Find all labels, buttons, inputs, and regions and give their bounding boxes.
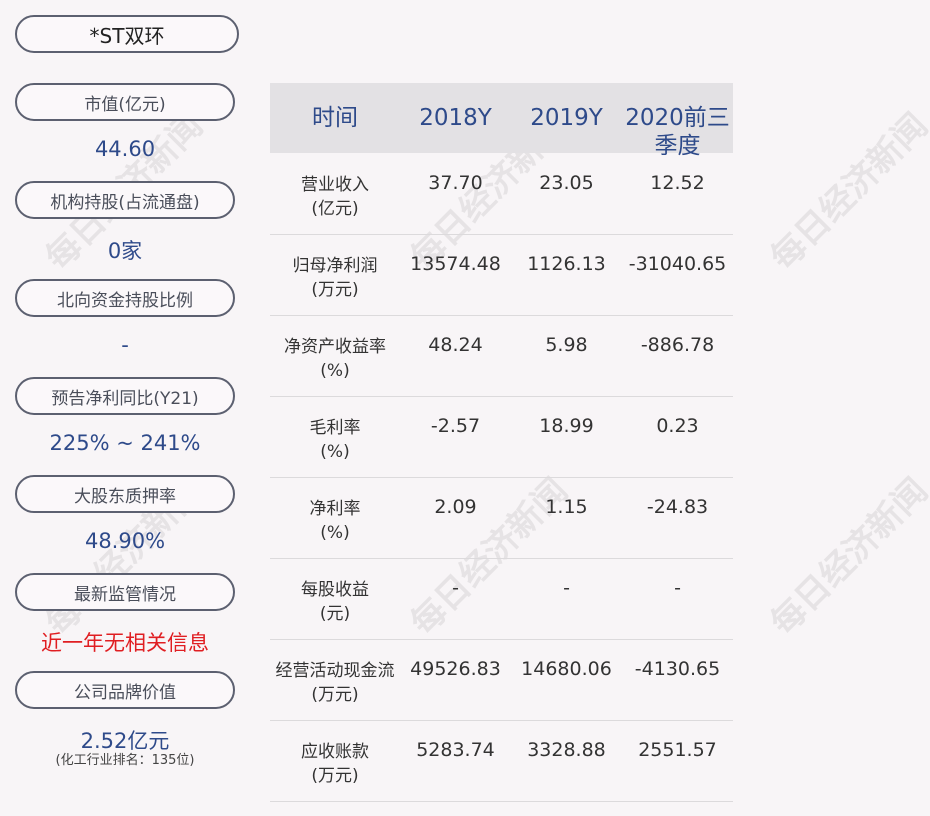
row-label: 毛利率 (%) — [309, 418, 361, 462]
metric-label-regulatory-status: 最新监管情况 — [15, 573, 235, 611]
cell-2019: - — [563, 577, 570, 599]
table-row: 应收账款 (万元) 5283.74 3328.88 2551.57 — [270, 720, 733, 802]
header-2019y: 2019Y — [530, 105, 603, 131]
cell-2019: 1126.13 — [527, 253, 606, 275]
metric-label-brand-value: 公司品牌价值 — [15, 671, 235, 709]
header-2018y: 2018Y — [419, 105, 492, 131]
cell-2018: 13574.48 — [410, 253, 501, 275]
table-row: 毛利率 (%) -2.57 18.99 0.23 — [270, 396, 733, 478]
watermark: 每日经济新闻 — [763, 470, 930, 644]
cell-2019: 3328.88 — [527, 739, 606, 761]
metric-sub-brand-rank: (化工行业排名：135位) — [55, 753, 195, 768]
table-row: 经营活动现金流 (万元) 49526.83 14680.06 -4130.65 — [270, 639, 733, 721]
cell-2019: 14680.06 — [521, 658, 612, 680]
metric-value-northbound-ratio: - — [121, 333, 129, 357]
row-label: 归母净利润 (万元) — [292, 256, 378, 300]
metric-value-institutional-holding: 0家 — [107, 239, 143, 263]
metric-label-institutional-holding: 机构持股(占流通盘) — [15, 181, 235, 219]
metric-label-market-cap: 市值(亿元) — [15, 83, 235, 121]
cell-2020q3: -24.83 — [646, 496, 709, 518]
cell-2020q3: -31040.65 — [628, 253, 727, 275]
table-row: 净资产收益率 (%) 48.24 5.98 -886.78 — [270, 315, 733, 397]
row-label: 应收账款 (万元) — [301, 742, 369, 786]
cell-2018: - — [452, 577, 459, 599]
table-row: 营业收入 (亿元) 37.70 23.05 12.52 — [270, 153, 733, 235]
cell-2020q3: -886.78 — [640, 334, 715, 356]
stock-name-badge: *ST双环 — [15, 15, 239, 53]
metric-value-market-cap: 44.60 — [94, 137, 156, 161]
cell-2020q3: 2551.57 — [638, 739, 717, 761]
cell-2018: -2.57 — [430, 415, 481, 437]
cell-2018: 2.09 — [434, 496, 477, 518]
table-row: 净利率 (%) 2.09 1.15 -24.83 — [270, 477, 733, 559]
metric-value-pledge-ratio: 48.90% — [84, 529, 166, 553]
cell-2018: 48.24 — [428, 334, 483, 356]
table-row: 归母净利润 (万元) 13574.48 1126.13 -31040.65 — [270, 234, 733, 316]
metric-label-northbound-ratio: 北向资金持股比例 — [15, 279, 235, 317]
cell-2020q3: 0.23 — [656, 415, 699, 437]
row-label: 营业收入 (亿元) — [301, 175, 369, 219]
row-label: 经营活动现金流 (万元) — [275, 661, 395, 705]
cell-2019: 23.05 — [539, 172, 594, 194]
row-label: 每股收益 (元) — [301, 580, 369, 624]
watermark: 每日经济新闻 — [763, 105, 930, 279]
metric-value-regulatory-status: 近一年无相关信息 — [41, 631, 209, 655]
row-label: 净利率 (%) — [309, 499, 361, 543]
cell-2019: 1.15 — [545, 496, 588, 518]
cell-2020q3: - — [674, 577, 681, 599]
cell-2020q3: 12.52 — [650, 172, 705, 194]
cell-2019: 18.99 — [539, 415, 594, 437]
cell-2019: 5.98 — [545, 334, 588, 356]
cell-2018: 37.70 — [428, 172, 483, 194]
metric-label-pledge-ratio: 大股东质押率 — [15, 475, 235, 513]
header-time: 时间 — [312, 105, 358, 131]
cell-2018: 49526.83 — [410, 658, 501, 680]
cell-2018: 5283.74 — [416, 739, 495, 761]
table-header: 时间 2018Y 2019Y 2020前三季度 — [270, 83, 733, 159]
header-2020q3: 2020前三季度 — [625, 105, 730, 159]
row-label: 净资产收益率 (%) — [284, 337, 386, 381]
table-row: 每股收益 (元) - - - — [270, 558, 733, 640]
metric-label-profit-forecast: 预告净利同比(Y21) — [15, 377, 235, 415]
cell-2020q3: -4130.65 — [634, 658, 721, 680]
metric-value-profit-forecast: 225% ~ 241% — [49, 431, 201, 455]
